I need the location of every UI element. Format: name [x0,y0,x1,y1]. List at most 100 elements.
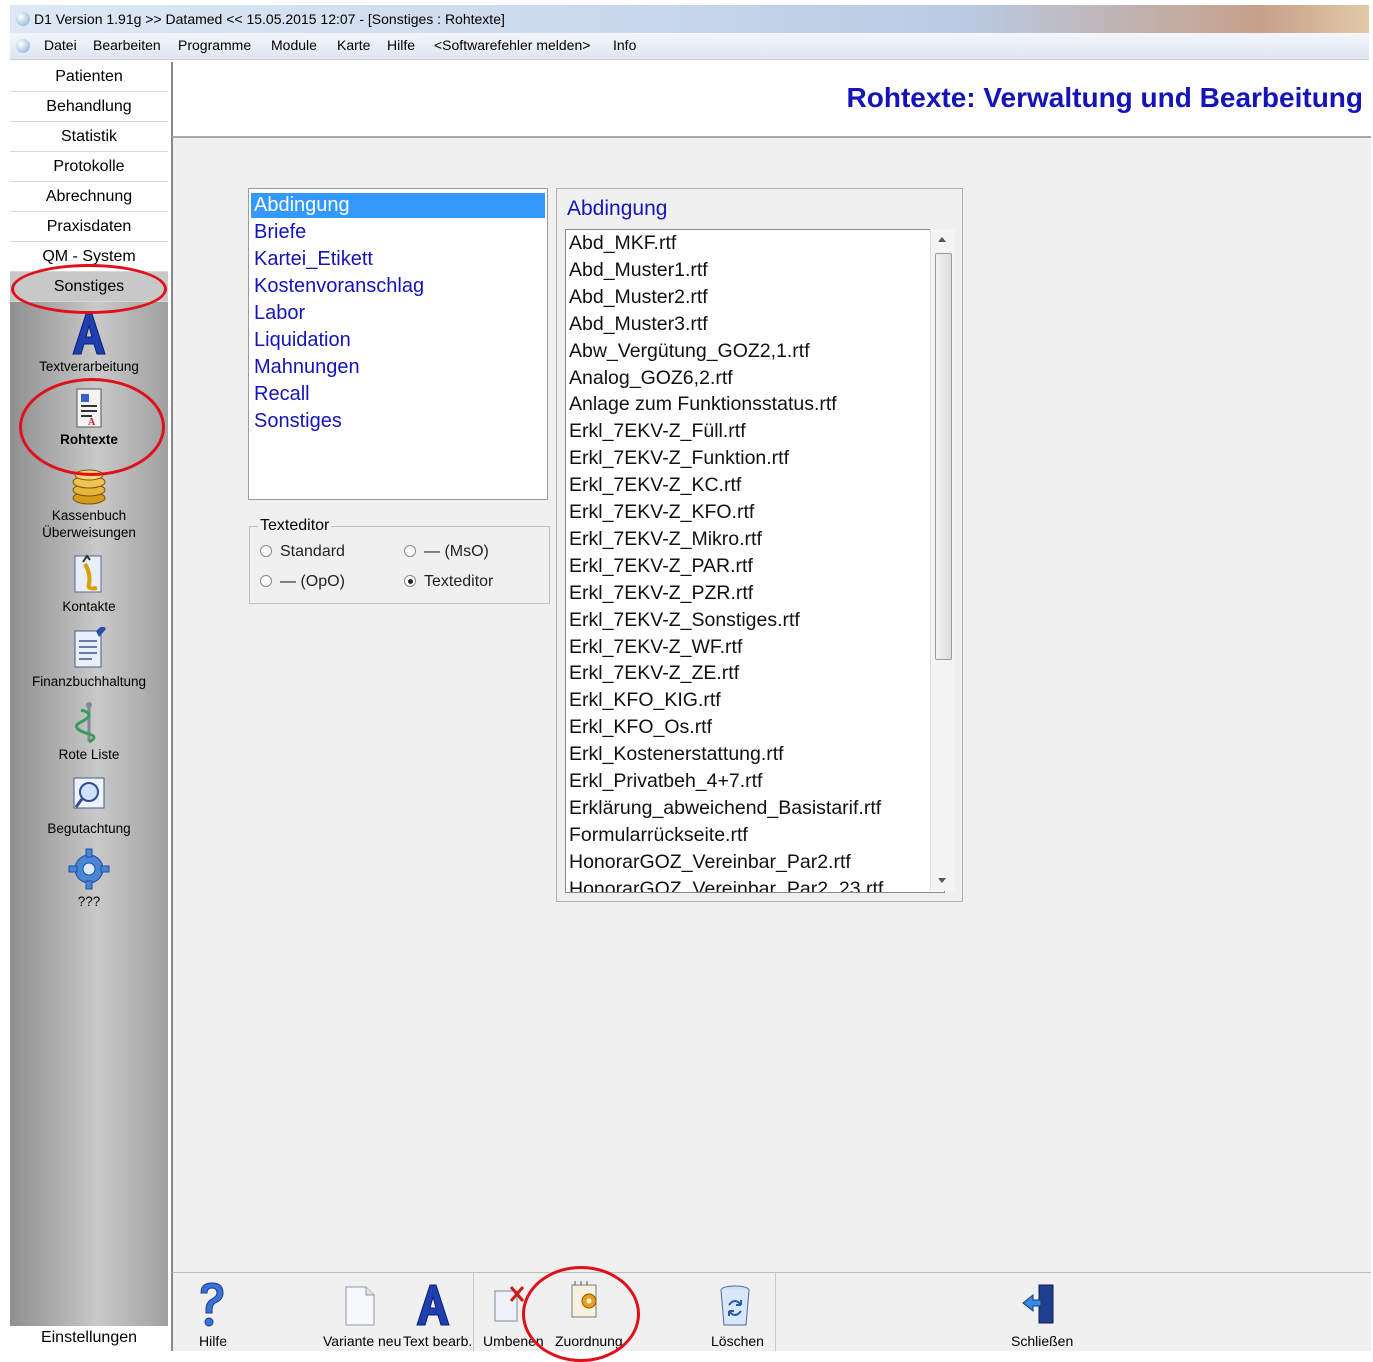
file-list-item[interactable]: HonorarGOZ_Vereinbar_Par2.rtf [569,849,851,876]
menu-bearbeiten[interactable]: Bearbeiten [93,37,161,53]
radio-label: — (MsO) [424,543,489,560]
menu-programme[interactable]: Programme [178,37,251,53]
file-list-item[interactable]: Abd_Muster2.rtf [569,284,708,311]
assign-label: Zuordnung [555,1333,623,1349]
toolbar-separator [473,1273,474,1351]
file-list-item[interactable]: Erkl_Kostenerstattung.rtf [569,741,784,768]
file-list-scrollbar[interactable] [930,229,955,891]
tool-textverarbeitung[interactable]: Textverarbeitung [10,312,168,375]
category-item-labor[interactable]: Labor [251,301,545,326]
file-list-item[interactable]: Erkl_Privatbeh_4+7.rtf [569,768,762,795]
tool-rohtexte[interactable]: A Rohtexte [10,387,168,448]
menu-karte[interactable]: Karte [337,37,370,53]
category-item-kartei-etikett[interactable]: Kartei_Etikett [251,247,545,272]
nav-sonstiges[interactable]: Sonstiges [10,272,168,302]
nav-behandlung[interactable]: Behandlung [10,92,168,122]
category-item-sonstiges[interactable]: Sonstiges [251,409,545,434]
file-list-item[interactable]: Erkl_7EKV-Z_Funktion.rtf [569,445,789,472]
category-item-briefe[interactable]: Briefe [251,220,545,245]
texteditor-legend: Texteditor [258,517,332,535]
category-item-recall[interactable]: Recall [251,382,545,407]
settings-button[interactable]: Einstellungen [10,1326,168,1350]
menu-module[interactable]: Module [271,37,317,53]
new-variant-button[interactable]: Variante neu [321,1281,401,1349]
menu-info[interactable]: Info [613,37,636,53]
nav-patienten[interactable]: Patienten [10,62,168,92]
nav-abrechnung[interactable]: Abrechnung [10,182,168,212]
page-title: Rohtexte: Verwaltung und Bearbeitung [846,82,1363,113]
tool-kontakte[interactable]: Kontakte [10,552,168,615]
file-list-item[interactable]: Anlage zum Funktionsstatus.rtf [569,391,837,418]
file-panel: Abdingung Abd_MKF.rtf Abd_Muster1.rtf Abd_… [556,188,963,902]
file-list-item[interactable]: Erkl_7EKV-Z_Füll.rtf [569,418,746,445]
nav-praxisdaten[interactable]: Praxisdaten [10,212,168,242]
menu-hilfe[interactable]: Hilfe [387,37,415,53]
file-list-item[interactable]: Erkl_7EKV-Z_PZR.rtf [569,580,753,607]
file-list-item[interactable]: Erkl_7EKV-Z_PAR.rtf [569,553,753,580]
rename-label: Umbenen [483,1333,544,1349]
delete-label: Löschen [711,1333,764,1349]
file-list-item[interactable]: Erkl_7EKV-Z_KC.rtf [569,472,741,499]
radio-dot[interactable] [260,545,272,557]
file-list-item[interactable]: Abd_Muster1.rtf [569,257,708,284]
assign-button[interactable]: Zuordnung [547,1281,637,1349]
help-button[interactable]: Hilfe [191,1281,231,1349]
file-list-item[interactable]: Erklärung_abweichend_Basistarif.rtf [569,795,881,822]
file-list-item[interactable]: Abd_MKF.rtf [569,230,676,257]
file-list-item[interactable]: Erkl_KFO_Os.rtf [569,714,712,741]
radio-dot-selected[interactable] [404,575,416,587]
nav-statistik[interactable]: Statistik [10,122,168,152]
file-list-item[interactable]: Erkl_7EKV-Z_Sonstiges.rtf [569,607,800,634]
file-list-item[interactable]: Formularrückseite.rtf [569,822,748,849]
close-label: Schließen [1011,1333,1074,1349]
scroll-thumb[interactable] [935,253,952,660]
tool-begutachtung[interactable]: Begutachtung [10,774,168,837]
file-list-item[interactable]: Erkl_7EKV-Z_Mikro.rtf [569,526,762,553]
category-item-mahnungen[interactable]: Mahnungen [251,355,545,380]
rename-button[interactable]: Umbenen [479,1281,544,1349]
text-a-icon [416,1284,450,1326]
delete-button[interactable]: Löschen [703,1281,773,1349]
close-button[interactable]: Schließen [1005,1281,1075,1349]
category-item-abdingung[interactable]: Abdingung [251,193,545,218]
category-item-kostenvoranschlag[interactable]: Kostenvoranschlag [251,274,545,299]
radio-dot[interactable] [404,545,416,557]
blank-document-icon [345,1286,375,1326]
radio-label: — (OpO) [280,573,345,590]
assign-document-icon [571,1281,597,1318]
category-list[interactable]: Abdingung Briefe Kartei_Etikett Kostenvo… [248,188,548,500]
file-list-item[interactable]: HonorarGOZ_Vereinbar_Par2_23.rtf [569,876,883,892]
tool-rote-liste[interactable]: Rote Liste [10,700,168,763]
radio-mso[interactable]: — (MsO) [404,543,489,561]
radio-opo[interactable]: — (OpO) [260,573,345,591]
toolbar-separator [775,1273,776,1351]
file-list-item[interactable]: Abd_Muster3.rtf [569,311,708,338]
file-list-item[interactable]: Erkl_KFO_KIG.rtf [569,687,721,714]
tool-kassenbuch[interactable]: Kassenbuch Überweisungen [10,467,168,541]
file-list-item[interactable]: Erkl_7EKV-Z_WF.rtf [569,634,742,661]
file-list-item[interactable]: Abw_Vergütung_GOZ2,1.rtf [569,338,810,365]
file-list-item[interactable]: Erkl_7EKV-Z_ZE.rtf [569,660,739,687]
category-item-liquidation[interactable]: Liquidation [251,328,545,353]
tool-label: Begutachtung [47,821,131,836]
tool-finanzbuchhaltung[interactable]: Finanzbuchhaltung [10,627,168,690]
svg-text:A: A [88,417,96,428]
contacts-icon [74,554,102,593]
scroll-up-arrow-icon[interactable] [938,237,946,242]
scroll-down-arrow-icon[interactable] [938,878,946,883]
menu-datei[interactable]: Datei [44,37,77,53]
tool-unknown[interactable]: ??? [10,847,168,910]
nav-qm-system[interactable]: QM - System [10,242,168,272]
radio-dot[interactable] [260,575,272,587]
file-list[interactable]: Abd_MKF.rtf Abd_Muster1.rtf Abd_Muster2.rt… [565,229,945,893]
radio-texteditor[interactable]: Texteditor [404,573,493,591]
radio-standard[interactable]: Standard [260,543,345,561]
bottom-toolbar: Hilfe Variante neu Text bearb. Umbenen Z… [171,1272,1371,1351]
gear-icon [68,848,110,890]
menu-softwarefehler[interactable]: <Softwarefehler melden> [434,37,590,53]
file-list-item[interactable]: Erkl_7EKV-Z_KFO.rtf [569,499,754,526]
nav-protokolle[interactable]: Protokolle [10,152,168,182]
app-menu-icon[interactable] [16,39,30,53]
file-list-item[interactable]: Analog_GOZ6,2.rtf [569,365,733,392]
edit-text-button[interactable]: Text bearb. [401,1281,472,1349]
